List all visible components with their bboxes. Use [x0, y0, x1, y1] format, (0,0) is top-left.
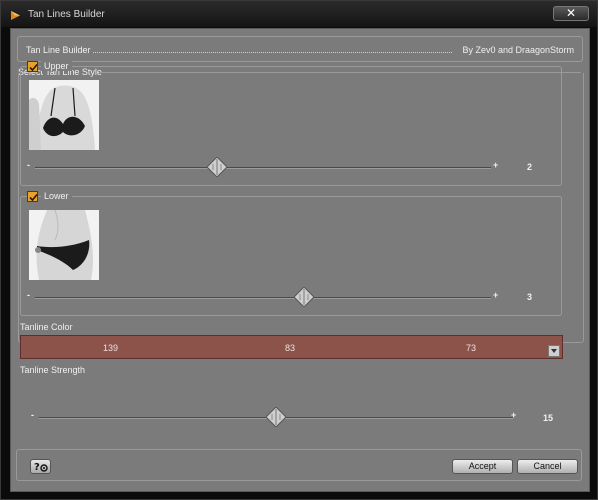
color-blue-value: 73	[466, 343, 477, 353]
lower-group: Lower - + 3	[20, 191, 562, 316]
check-icon	[29, 193, 38, 202]
upper-group: Upper - + 2	[20, 61, 562, 186]
upper-label: Upper	[41, 61, 72, 71]
footer-bar: ? Accept Cancel	[16, 449, 582, 481]
title-bar[interactable]: Tan Lines Builder ✕	[1, 1, 597, 27]
help-button[interactable]: ?	[30, 459, 51, 474]
strength-slider-minus[interactable]: -	[31, 410, 34, 420]
tanline-color-label: Tanline Color	[20, 322, 73, 332]
lower-slider-value: 3	[527, 292, 533, 302]
upper-slider-minus[interactable]: -	[27, 160, 30, 170]
lower-label: Lower	[41, 191, 72, 201]
lower-slider-handle[interactable]	[294, 287, 315, 307]
upper-slider-plus[interactable]: +	[493, 160, 498, 170]
strength-slider-handle[interactable]	[266, 407, 286, 427]
close-icon: ✕	[565, 6, 577, 20]
header-dotted-line	[93, 52, 452, 53]
lower-checkbox[interactable]	[27, 191, 38, 202]
upper-slider-value: 2	[527, 162, 533, 172]
header-banner: Tan Line Builder By Zev0 and DraagonStor…	[17, 36, 583, 62]
chevron-down-icon	[551, 349, 557, 353]
window-title: Tan Lines Builder	[28, 9, 105, 20]
strength-slider-plus[interactable]: +	[511, 410, 516, 420]
lower-slider-plus[interactable]: +	[493, 290, 498, 300]
tan-lines-builder-window: Tan Lines Builder ✕ Tan Line Builder By …	[0, 0, 598, 500]
header-credits: By Zev0 and DraagonStorm	[462, 45, 574, 55]
cancel-button[interactable]: Cancel	[517, 459, 578, 474]
strength-slider-value: 15	[543, 413, 554, 423]
upper-slider-track[interactable]	[35, 167, 491, 169]
tanline-color-picker[interactable]: 139 83 73	[20, 335, 563, 359]
close-button[interactable]: ✕	[553, 6, 589, 21]
svg-text:?: ?	[34, 462, 40, 473]
daz-icon	[11, 11, 20, 20]
accept-button[interactable]: Accept	[452, 459, 513, 474]
bikini-top-preview	[29, 80, 99, 150]
tanline-strength-label: Tanline Strength	[20, 365, 86, 375]
color-red-value: 139	[103, 343, 119, 353]
lower-slider-track[interactable]	[35, 297, 491, 299]
lower-slider-minus[interactable]: -	[27, 290, 30, 300]
upper-checkbox[interactable]	[27, 61, 38, 72]
color-dropdown-button[interactable]	[548, 345, 560, 357]
color-green-value: 83	[285, 343, 296, 353]
upper-slider-handle[interactable]	[207, 157, 228, 177]
help-icon: ?	[34, 462, 48, 473]
check-icon	[29, 63, 38, 72]
bikini-bottom-preview	[29, 210, 99, 280]
header-title: Tan Line Builder	[26, 45, 91, 55]
